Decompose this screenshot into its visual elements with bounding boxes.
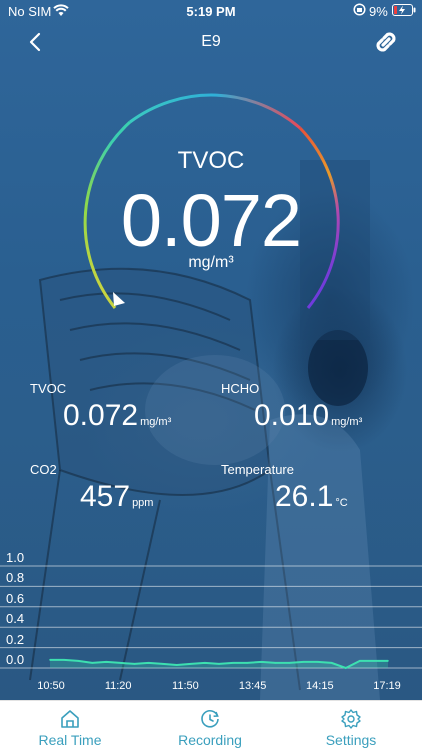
reading-value-wrap: 0.072 mg/m³ (63, 399, 171, 433)
tab-recording[interactable]: Recording (140, 701, 280, 750)
reading-unit: °C (335, 497, 348, 509)
reading-value-wrap: 0.010 mg/m³ (254, 399, 362, 433)
gauge-pointer (113, 292, 125, 306)
tab-real-time[interactable]: Real Time (0, 701, 140, 750)
y-tick-label: 1.0 (6, 550, 25, 565)
status-bar: No SIM 5:19 PM 9% (0, 0, 422, 22)
y-tick-label: 0.4 (6, 611, 25, 627)
reading-value: 0.072 (63, 399, 139, 432)
data-point (77, 660, 79, 662)
data-point (316, 661, 319, 663)
chart-plot (0, 565, 422, 670)
data-point (359, 660, 361, 662)
data-point (373, 660, 375, 662)
data-point (63, 659, 65, 661)
data-point (246, 662, 248, 664)
reading-unit: mg/m³ (331, 416, 363, 428)
reading-label: HCHO (221, 381, 260, 396)
data-point (218, 663, 220, 665)
gauge-label: TVOC (177, 147, 245, 174)
data-point (190, 663, 192, 665)
data-point (387, 660, 389, 662)
data-point (119, 662, 122, 664)
page-title: E9 (201, 33, 221, 50)
history-chart[interactable]: 1.0 0.8 0.6 0.4 0.2 0.0 10:50 11:20 11:50 13:45 1… (0, 548, 422, 698)
x-tick-label: 17:19 (373, 680, 401, 692)
data-point (91, 662, 94, 664)
link-icon[interactable] (372, 28, 400, 56)
x-tick-label: 13:45 (238, 680, 267, 692)
data-point (49, 659, 51, 661)
reading-value: 26.1 (275, 480, 334, 513)
tab-label: Recording (178, 732, 242, 748)
data-point (330, 662, 333, 664)
tab-bar: Real Time Recording Settings (0, 700, 422, 750)
data-point (232, 662, 234, 664)
data-point (204, 662, 206, 664)
data-point (274, 662, 277, 664)
tab-label: Real Time (38, 732, 102, 748)
reading-value-wrap: 457 ppm (80, 480, 153, 514)
y-tick-label: 0.0 (6, 652, 25, 667)
home-icon (61, 710, 79, 728)
data-point (105, 661, 108, 663)
data-point (288, 662, 291, 664)
x-tick-label: 10:50 (37, 680, 65, 692)
reading-value: 0.010 (254, 399, 330, 432)
data-point (260, 661, 263, 663)
x-tick-label: 11:50 (172, 680, 199, 692)
gauge-value: 0.072 (120, 179, 302, 262)
battery-icon (392, 4, 416, 16)
reading-unit: mg/m³ (140, 416, 172, 428)
data-point (133, 663, 136, 665)
clock-icon (201, 710, 219, 728)
reading-unit: ppm (132, 497, 154, 509)
reading-label: CO2 (30, 462, 57, 477)
data-point (344, 667, 347, 669)
x-tick-label: 11:20 (104, 680, 132, 692)
reading-label: TVOC (30, 381, 67, 396)
reading-value: 457 (80, 480, 131, 513)
data-point (147, 662, 150, 664)
rotation-lock-icon (353, 3, 366, 16)
gauge-unit: mg/m³ (188, 254, 234, 271)
x-tick-label: 14:15 (306, 680, 334, 692)
data-point (302, 661, 305, 663)
y-tick-label: 0.6 (6, 590, 25, 606)
reading-value-wrap: 26.1 °C (275, 480, 348, 514)
data-point (175, 664, 178, 666)
tab-label: Settings (325, 732, 377, 748)
battery-percent: 9% (369, 4, 388, 19)
y-tick-label: 0.2 (6, 631, 25, 647)
data-point (161, 663, 164, 665)
tab-settings[interactable]: Settings (281, 701, 421, 750)
gear-icon (341, 709, 361, 729)
reading-label: Temperature (221, 462, 294, 477)
y-tick-label: 0.8 (6, 570, 25, 586)
